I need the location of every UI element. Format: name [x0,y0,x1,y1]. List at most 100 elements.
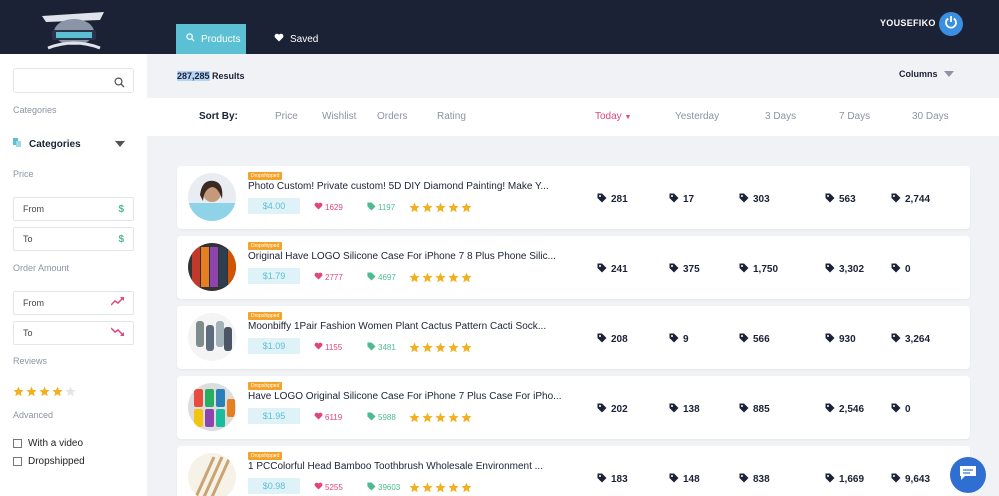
sales-metric-value: 17 [683,194,695,205]
order-to-field[interactable]: To [13,321,134,345]
period-3-days[interactable]: 3 Days [765,111,796,122]
sales-metric-value: 2,744 [905,194,931,205]
sales-metric-value: 563 [839,194,856,205]
sales-metric-value: 241 [611,264,628,275]
star-icon [435,270,446,288]
sort-rating[interactable]: Rating [437,111,466,122]
checkbox-box[interactable] [13,439,22,448]
trend-up-icon [110,297,124,309]
tag-icon [597,403,607,416]
product-title[interactable]: Photo Custom! Private custom! 5D DIY Dia… [248,181,578,192]
sort-wishlist[interactable]: Wishlist [322,111,356,122]
period-today[interactable]: Today ▼ [595,111,631,122]
tab-products-label: Products [201,33,241,45]
username[interactable]: YOUSEFIKO [880,18,936,28]
product-thumbnail[interactable] [188,313,236,361]
product-title[interactable]: 1 PCColorful Head Bamboo Toothbrush Whol… [248,461,578,472]
sales-metric-3: 2,546 [825,403,864,416]
tag-icon [367,412,376,423]
sort-price[interactable]: Price [275,111,298,122]
product-thumbnail[interactable] [188,453,236,496]
price-heading: Price [13,169,34,179]
sales-metric-2: 1,750 [739,263,778,276]
product-rating [409,270,472,288]
product-row[interactable]: Dropshipped Have LOGO Original Silicone C… [177,376,970,439]
product-row[interactable]: Dropshipped 1 PCColorful Head Bamboo Toot… [177,446,970,496]
product-price: $1.95 [248,408,300,424]
order-to-label: To [23,328,33,338]
reviews-star-filter[interactable] [13,384,76,402]
product-thumbnail[interactable] [188,243,236,291]
sales-metric-value: 183 [611,474,628,485]
tag-icon [367,482,376,493]
columns-dropdown[interactable]: Columns [899,69,954,79]
star-icon[interactable] [52,384,63,402]
sidebar-search[interactable] [13,68,134,93]
star-icon [435,200,446,218]
product-row[interactable]: Dropshipped Photo Custom! Private custom!… [177,166,970,229]
period-yesterday[interactable]: Yesterday [675,111,719,122]
tag-icon [739,333,749,346]
filter-sidebar: Categories Categories Price From $ To $ … [0,54,147,496]
with-video-label: With a video [28,438,84,449]
search-input[interactable] [20,69,110,91]
logout-button[interactable] [939,12,963,36]
star-icon [422,340,433,358]
chat-button[interactable] [950,457,986,493]
star-icon [448,480,459,496]
product-row[interactable]: Dropshipped Original Have LOGO Silicone C… [177,236,970,299]
product-price: $1.09 [248,338,300,354]
sales-metric-value: 0 [905,264,911,275]
tag-icon [669,473,679,486]
tag-icon [367,272,376,283]
sales-metric-3: 1,669 [825,473,864,486]
sort-bar: Sort By: Price Wishlist Orders Rating To… [147,98,999,136]
power-icon [944,15,958,34]
star-icon [422,270,433,288]
price-from-field[interactable]: From $ [13,197,134,221]
sales-metric-value: 1,669 [839,474,865,485]
checkbox-box[interactable] [13,457,22,466]
categories-dropdown-label: Categories [29,138,81,150]
period-7-days[interactable]: 7 Days [839,111,870,122]
product-rating [409,340,472,358]
sales-metric-value: 930 [839,334,856,345]
star-icon [448,200,459,218]
top-bar: Products Saved YOUSEFIKO [0,0,999,54]
product-thumbnail[interactable] [188,383,236,431]
tag-icon [891,473,901,486]
product-row[interactable]: Dropshipped Moonbiffy 1Pair Fashion Women… [177,306,970,369]
wishlist-value: 5255 [325,482,343,492]
dollar-icon: $ [118,233,124,245]
tag-icon [739,473,749,486]
order-from-field[interactable]: From [13,291,134,315]
tab-saved[interactable]: Saved [264,24,334,54]
product-title[interactable]: Moonbiffy 1Pair Fashion Women Plant Cact… [248,321,578,332]
star-icon[interactable] [13,384,24,402]
product-title[interactable]: Have LOGO Original Silicone Case For iPh… [248,391,578,402]
product-thumbnail[interactable] [188,173,236,221]
wishlist-count: 1629 [314,202,343,212]
star-icon[interactable] [26,384,37,402]
dropshipped-checkbox[interactable]: Dropshipped [13,456,85,467]
categories-dropdown[interactable]: Categories [13,138,125,150]
sales-metric-3: 3,302 [825,263,864,276]
star-icon[interactable] [65,384,76,402]
search-icon[interactable] [114,75,125,93]
sales-metric-value: 0 [905,404,911,415]
app-logo[interactable] [38,2,108,52]
sales-metric-0: 183 [597,473,628,486]
star-icon[interactable] [39,384,50,402]
price-to-field[interactable]: To $ [13,227,134,251]
period-30-days[interactable]: 30 Days [912,111,949,122]
tab-products[interactable]: Products [176,24,246,54]
order-amount-heading: Order Amount [13,263,70,273]
star-icon [409,480,420,496]
with-video-checkbox[interactable]: With a video [13,438,83,449]
wishlist-value: 1629 [325,202,343,212]
sort-orders[interactable]: Orders [377,111,408,122]
sales-metric-value: 3,264 [905,334,931,345]
product-title[interactable]: Original Have LOGO Silicone Case For iPh… [248,251,578,262]
star-icon [409,200,420,218]
tag-icon [597,193,607,206]
